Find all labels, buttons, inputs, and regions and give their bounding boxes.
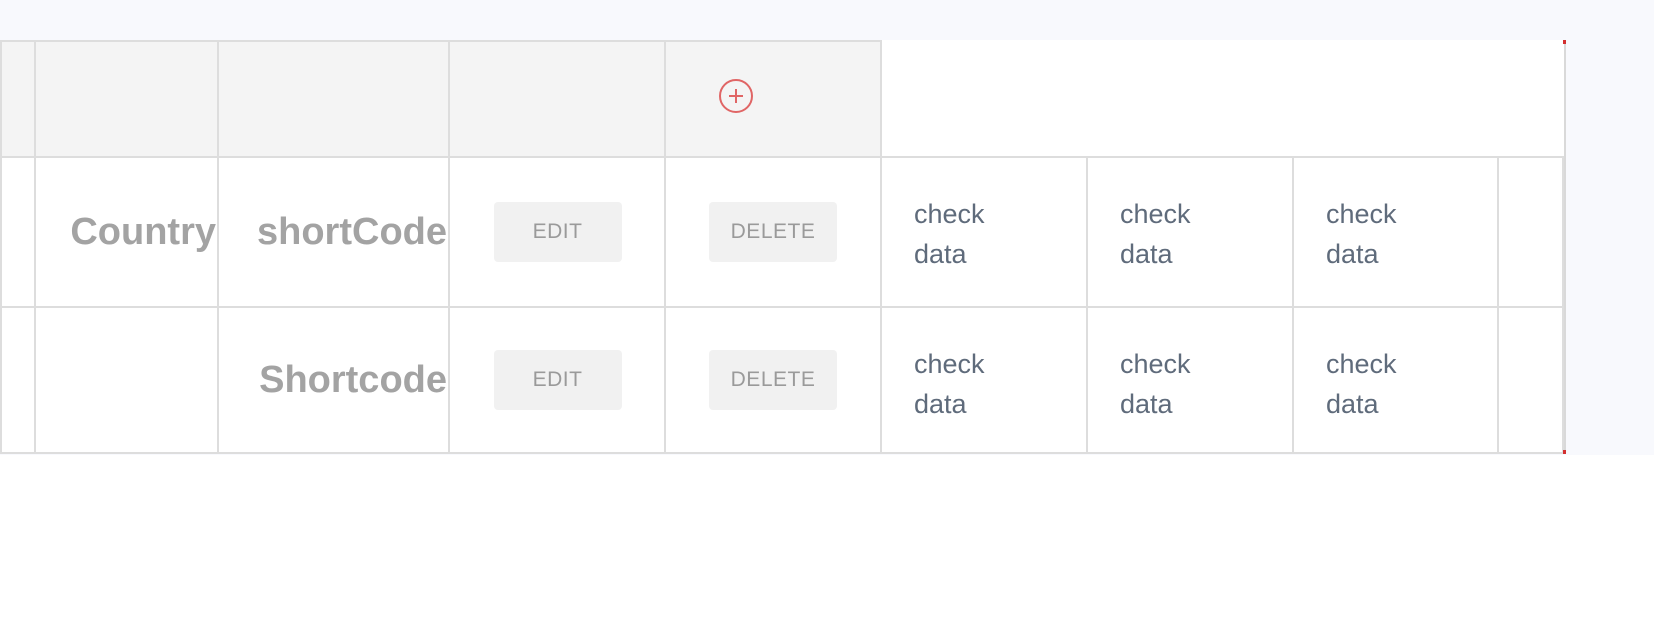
check-text: check (1120, 199, 1191, 229)
check-data-cell: check data (1292, 156, 1499, 308)
check-data-cell: check data (880, 156, 1088, 308)
check-data-cell: check data (880, 306, 1088, 454)
country-cell (34, 306, 220, 454)
shortcode-label: Shortcode (259, 358, 447, 401)
data-text: data (914, 389, 967, 419)
table-cell-right (1497, 306, 1564, 454)
shortcode-label: shortCode (257, 210, 447, 253)
check-text: check (914, 349, 985, 379)
check-data-cell: check data (1292, 306, 1499, 454)
corner-marker (1563, 40, 1566, 44)
delete-button[interactable]: DELETE (709, 202, 837, 262)
country-cell: Country (34, 156, 220, 308)
check-text: check (1326, 199, 1397, 229)
data-text: data (914, 239, 967, 269)
data-grid: Country shortCode EDIT DELETE check data… (0, 40, 1566, 454)
delete-cell: DELETE (664, 306, 882, 454)
table-cell-right (1497, 156, 1564, 308)
check-data-cell: check data (1086, 306, 1294, 454)
header-cell-shortcode (217, 40, 451, 158)
delete-cell: DELETE (664, 156, 882, 308)
table-row-2-left (0, 306, 36, 454)
shortcode-cell: shortCode (217, 156, 451, 308)
plus-circle-icon[interactable] (719, 79, 753, 113)
header-cell-add (664, 40, 882, 158)
check-text: check (1120, 349, 1191, 379)
header-cell-country (34, 40, 220, 158)
data-text: data (1326, 389, 1379, 419)
country-label: Country (70, 210, 216, 253)
edit-button[interactable]: EDIT (493, 350, 622, 410)
check-text: check (914, 199, 985, 229)
corner-marker (1563, 450, 1566, 454)
edit-cell: EDIT (448, 306, 667, 454)
header-cell-left (0, 40, 36, 158)
check-data-cell: check data (1086, 156, 1294, 308)
data-text: data (1326, 239, 1379, 269)
data-text: data (1120, 239, 1173, 269)
check-text: check (1326, 349, 1397, 379)
table-row-1-left (0, 156, 36, 308)
shortcode-cell: Shortcode (217, 306, 451, 454)
edit-cell: EDIT (448, 156, 667, 308)
delete-button[interactable]: DELETE (709, 350, 837, 410)
header-cell-edit (448, 40, 667, 158)
data-text: data (1120, 389, 1173, 419)
edit-button[interactable]: EDIT (493, 202, 622, 262)
